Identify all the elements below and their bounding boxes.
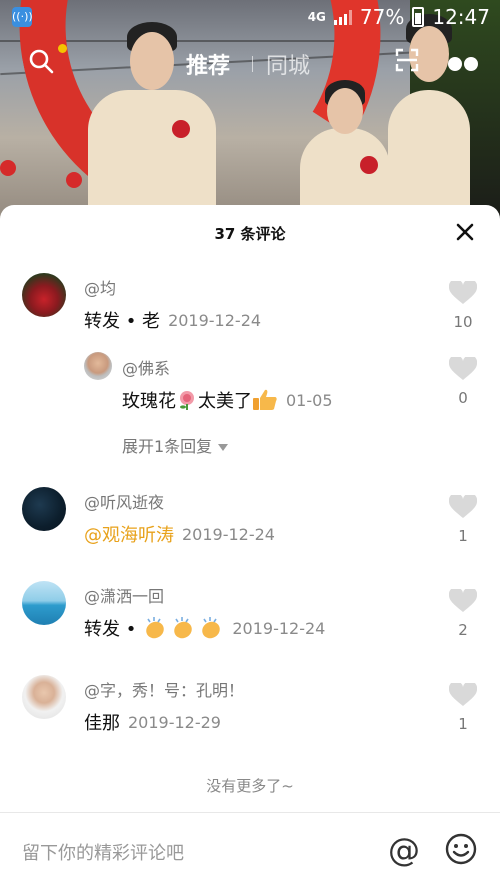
comment-count: 37 条评论 (214, 225, 286, 243)
comment-date: 2019-12-24 (168, 310, 262, 330)
notification-dot (58, 44, 67, 53)
like-count: 10 (453, 313, 473, 331)
avatar[interactable] (22, 581, 66, 625)
clock: 12:47 (432, 5, 490, 29)
comment-content: 玫瑰花 (122, 391, 176, 412)
like-button[interactable]: 1 (448, 683, 478, 733)
heart-icon (449, 589, 477, 612)
comment-item: @字，秀！号：孔明！ 佳那 2019-12-29 1 (0, 671, 500, 761)
like-button[interactable]: 2 (448, 589, 478, 639)
like-button[interactable]: 0 (448, 357, 478, 407)
rose-emoji-icon (180, 391, 194, 410)
at-mention-icon[interactable]: @ (388, 831, 420, 869)
comment-content: 转发 • 老 (84, 311, 161, 332)
like-count: 1 (458, 527, 468, 545)
comment-input[interactable]: 留下你的精彩评论吧 (22, 839, 184, 865)
comment-text: @观海听涛 2019-12-24 (84, 521, 275, 547)
comment-item: @听风逝夜 @观海听涛 2019-12-24 1 (0, 483, 500, 573)
network-type: 4G (307, 10, 326, 24)
reply-item: @佛系 玫瑰花 太美了 01-05 0 (0, 349, 500, 439)
comment-item: @潇洒一回 转发 • 2019-12-24 2 (0, 577, 500, 667)
expand-replies-button[interactable]: 展开1条回复 (122, 433, 229, 457)
comment-date: 2019-12-24 (182, 524, 275, 544)
comment-content: 转发 • (84, 619, 137, 640)
close-icon[interactable] (454, 221, 476, 243)
tab-local[interactable]: 同城 (266, 48, 310, 80)
chevron-down-icon (218, 444, 229, 451)
clap-emoji-group (142, 615, 224, 641)
video-background[interactable] (0, 0, 500, 230)
avatar[interactable] (22, 675, 66, 719)
clap-emoji-icon (174, 617, 193, 639)
like-button[interactable]: 1 (448, 495, 478, 545)
comment-username[interactable]: @字，秀！号：孔明！ (84, 677, 244, 701)
clap-emoji-icon (202, 617, 221, 639)
comment-text: 玫瑰花 太美了 01-05 (122, 387, 333, 413)
heart-icon (449, 357, 477, 380)
search-icon[interactable] (28, 48, 54, 74)
heart-icon (449, 495, 477, 518)
comment-text: 转发 • 2019-12-24 (84, 615, 325, 641)
emoji-icon[interactable] (445, 833, 477, 865)
battery-icon (412, 7, 425, 27)
clap-emoji-icon (146, 617, 165, 639)
comment-input-bar: 留下你的精彩评论吧 @ (0, 812, 500, 888)
like-count: 0 (458, 389, 468, 407)
comment-content: 太美了 (198, 391, 252, 412)
avatar[interactable] (22, 273, 66, 317)
comment-date: 2019-12-24 (232, 618, 326, 638)
status-bar: ((·)) 4G 77% 12:47 (0, 0, 500, 34)
battery-percent: 77% (359, 5, 405, 29)
heart-icon (449, 281, 477, 304)
top-nav: 推荐 同城 (0, 42, 500, 86)
tab-recommend[interactable]: 推荐 (186, 48, 230, 80)
heart-icon (449, 683, 477, 706)
scan-icon[interactable] (395, 48, 419, 72)
like-count: 1 (458, 715, 468, 733)
tab-divider (252, 56, 253, 72)
mention-link[interactable]: @观海听涛 (84, 521, 174, 547)
expand-replies-label: 展开1条回复 (122, 437, 213, 456)
lantern (66, 172, 82, 188)
comment-sheet: 37 条评论 @均 转发 • 老 2019-12-24 10 @佛系 玫瑰花 太… (0, 205, 500, 888)
comment-item: @均 转发 • 老 2019-12-24 10 (0, 269, 500, 349)
sheet-header: 37 条评论 (0, 205, 500, 261)
comment-content: 佳那 (84, 713, 120, 734)
like-button[interactable]: 10 (448, 281, 478, 331)
comment-username[interactable]: @听风逝夜 (84, 489, 164, 513)
comment-username[interactable]: @佛系 (122, 355, 170, 379)
lantern (0, 160, 16, 176)
comment-date: 01-05 (286, 390, 333, 410)
like-count: 2 (458, 621, 468, 639)
signal-icon (333, 9, 352, 25)
avatar[interactable] (84, 352, 112, 380)
end-of-list-text: 没有更多了~ (206, 777, 294, 795)
app-notification-icon: ((·)) (12, 7, 33, 27)
comment-username[interactable]: @均 (84, 275, 116, 299)
comment-date: 2019-12-29 (128, 712, 221, 732)
comment-text: 佳那 2019-12-29 (84, 709, 221, 735)
more-icon[interactable] (448, 56, 480, 75)
thumbs-up-emoji-icon (253, 389, 277, 410)
comment-username[interactable]: @潇洒一回 (84, 583, 164, 607)
avatar[interactable] (22, 487, 66, 531)
comment-text: 转发 • 老 2019-12-24 (84, 307, 261, 333)
